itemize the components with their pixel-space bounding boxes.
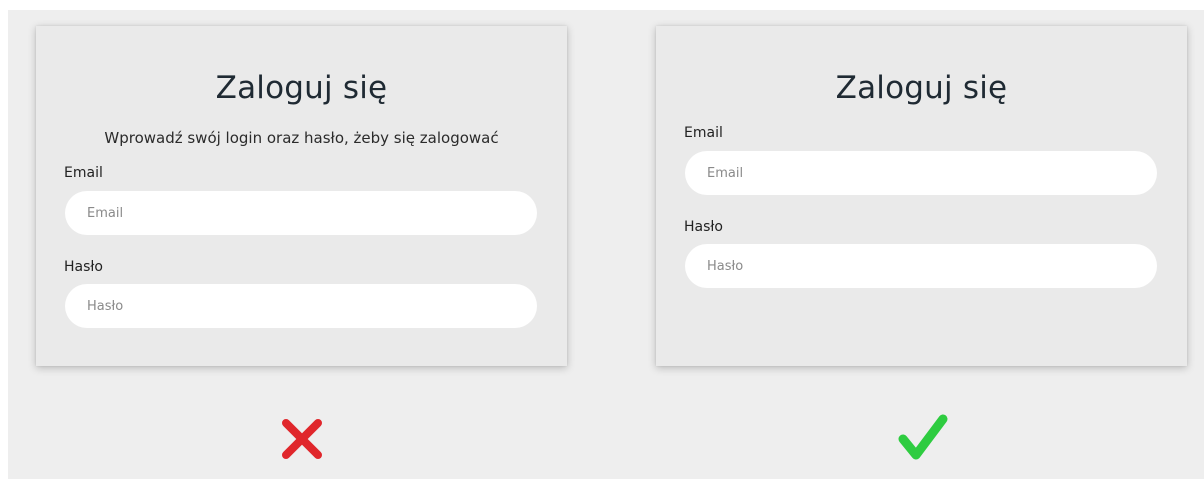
password-label: Hasło — [64, 259, 103, 275]
login-card-bad-example: Zaloguj się Wprowadź swój login oraz has… — [36, 26, 567, 366]
login-subtitle: Wprowadź swój login oraz hasło, żeby się… — [104, 129, 499, 147]
password-input[interactable] — [685, 244, 1157, 288]
email-input[interactable] — [685, 151, 1157, 195]
password-label: Hasło — [684, 219, 723, 235]
green-checkmark-icon — [898, 414, 948, 460]
email-input[interactable] — [65, 191, 537, 235]
red-x-icon — [282, 419, 322, 459]
email-label: Email — [684, 125, 723, 141]
login-title: Zaloguj się — [215, 70, 388, 106]
login-title: Zaloguj się — [835, 70, 1008, 106]
password-input[interactable] — [65, 284, 537, 328]
login-card-good-example: Zaloguj się Email Hasło — [656, 26, 1187, 366]
email-label: Email — [64, 165, 103, 181]
